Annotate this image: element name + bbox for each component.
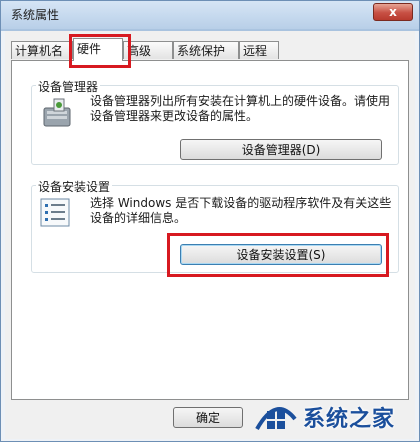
ok-button[interactable]: 确定 [173,407,243,428]
title-bar[interactable]: 系统属性 x [1,1,419,29]
device-install-description: 选择 Windows 是否下载设备的驱动程序软件及有关这些设备的详细信息。 [90,196,392,225]
device-install-settings-button[interactable]: 设备安装设置(S) [180,244,382,265]
device-manager-icon [43,98,71,127]
device-install-title: 设备安装设置 [36,178,113,195]
device-manager-description: 设备管理器列出所有安装在计算机上的硬件设备。请使用设备管理器来更改设备的属性。 [90,94,391,123]
tab-remote[interactable]: 远程 [239,41,279,59]
tab-advanced[interactable]: 高级 [123,41,173,59]
device-manager-title: 设备管理器 [36,78,101,95]
watermark-text: 系统之家 [303,407,396,432]
window-title: 系统属性 [11,8,60,22]
system-properties-window: 系统属性 x 计算机名 硬件 高级 系统保护 远程 设备管理器 设备管理器列出所… [0,0,420,442]
device-manager-group: 设备管理器 设备管理器列出所有安装在计算机上的硬件设备。请使用设备管理器来更改设… [31,78,399,165]
watermark: 系统之家 [245,397,415,437]
tab-hardware[interactable]: 硬件 [73,38,123,61]
watermark-logo-icon [255,407,297,430]
tab-system-protection[interactable]: 系统保护 [173,41,239,59]
close-button[interactable]: x [373,3,413,21]
close-icon: x [389,5,397,19]
device-install-group: 设备安装设置 选择 Windows 是否下载设备的驱动程序软件及有关这些设备的详… [31,178,399,273]
device-manager-button[interactable]: 设备管理器(D) [180,139,382,160]
checklist-icon [40,198,70,227]
tab-computer-name[interactable]: 计算机名 [11,41,73,59]
